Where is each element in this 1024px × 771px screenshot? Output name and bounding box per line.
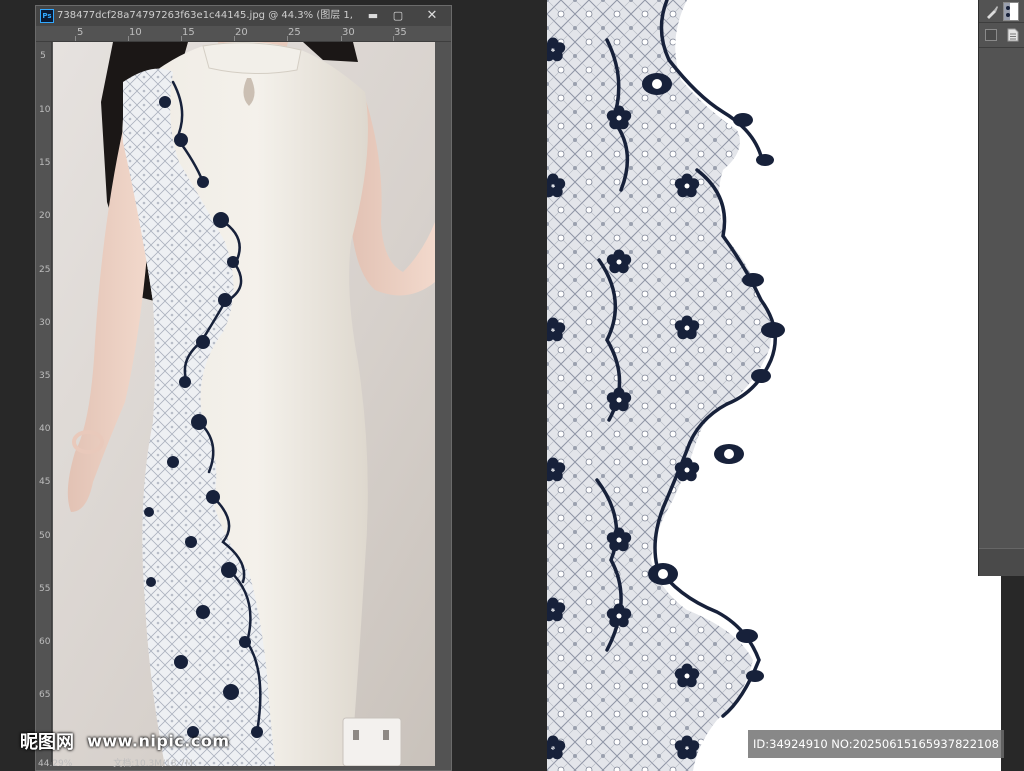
watermark-brand: 昵图网 bbox=[20, 732, 74, 753]
ruler-label: 65 bbox=[39, 690, 51, 700]
zoom-level[interactable]: 44.29% bbox=[38, 759, 72, 769]
ruler-label: 50 bbox=[39, 531, 51, 541]
ruler-label: 15 bbox=[182, 27, 195, 38]
ruler-tick bbox=[128, 36, 129, 41]
document-canvas[interactable] bbox=[53, 42, 435, 766]
watermark-url: www.nipic.com bbox=[87, 731, 230, 751]
panel-toolbar bbox=[979, 0, 1024, 23]
ruler-label: 15 bbox=[39, 158, 51, 168]
ruler-label: 10 bbox=[39, 105, 51, 115]
pattern-canvas[interactable] bbox=[547, 0, 1001, 771]
document-window[interactable]: Ps 738477dcf28a74797263f63e1c44145.jpg @… bbox=[35, 5, 452, 771]
ruler-label: 35 bbox=[39, 371, 51, 381]
layer-thumbnail-icon[interactable] bbox=[1003, 2, 1019, 21]
ruler-tick bbox=[234, 36, 235, 41]
ruler-tick bbox=[341, 36, 342, 41]
visibility-checkbox-icon[interactable] bbox=[985, 29, 997, 41]
ruler-label: 5 bbox=[40, 51, 46, 61]
ruler-label: 30 bbox=[342, 27, 355, 38]
ruler-label: 20 bbox=[235, 27, 248, 38]
ruler-tick bbox=[393, 36, 394, 41]
ruler-label: 45 bbox=[39, 477, 51, 487]
dress-photo bbox=[53, 42, 435, 766]
brush-tool-icon[interactable] bbox=[985, 4, 999, 23]
maximize-button[interactable]: ▢ bbox=[386, 7, 410, 24]
horizontal-ruler[interactable]: 5 10 15 20 25 30 35 bbox=[36, 26, 451, 42]
layers-panel[interactable] bbox=[978, 0, 1024, 576]
panel-footer bbox=[979, 548, 1024, 576]
ruler-label: 20 bbox=[39, 211, 51, 221]
ruler-label: 40 bbox=[39, 424, 51, 434]
ruler-label: 5 bbox=[77, 27, 84, 38]
ruler-tick bbox=[75, 36, 76, 41]
panel-layer-row[interactable] bbox=[979, 23, 1024, 48]
document-status-bar: 44.29% 文档:10.3M/18.7M bbox=[38, 759, 231, 770]
photoshop-app-icon: Ps bbox=[40, 9, 54, 23]
site-watermark: 昵图网 www.nipic.com bbox=[20, 728, 230, 758]
document-title: 738477dcf28a74797263f63e1c44145.jpg @ 44… bbox=[57, 10, 357, 21]
vertical-ruler[interactable]: 5 10 15 20 25 30 35 40 45 50 55 60 65 bbox=[36, 42, 52, 762]
ruler-tick bbox=[181, 36, 182, 41]
ruler-label: 25 bbox=[39, 265, 51, 275]
ruler-label: 25 bbox=[288, 27, 301, 38]
ruler-label: 60 bbox=[39, 637, 51, 647]
document-titlebar[interactable]: Ps 738477dcf28a74797263f63e1c44145.jpg @… bbox=[36, 6, 451, 27]
minimize-button[interactable]: ▬ bbox=[361, 7, 385, 24]
lace-pattern-artwork bbox=[547, 0, 785, 771]
document-info[interactable]: 文档:10.3M/18.7M bbox=[113, 759, 193, 769]
ruler-label: 10 bbox=[129, 27, 142, 38]
ruler-label: 30 bbox=[39, 318, 51, 328]
close-button[interactable]: ✕ bbox=[416, 7, 448, 24]
ruler-label: 55 bbox=[39, 584, 51, 594]
ruler-label: 35 bbox=[394, 27, 407, 38]
image-id-label: ID:34924910 NO:20250615165937822108 bbox=[748, 730, 1004, 758]
document-icon[interactable] bbox=[1007, 27, 1019, 46]
ruler-tick bbox=[287, 36, 288, 41]
